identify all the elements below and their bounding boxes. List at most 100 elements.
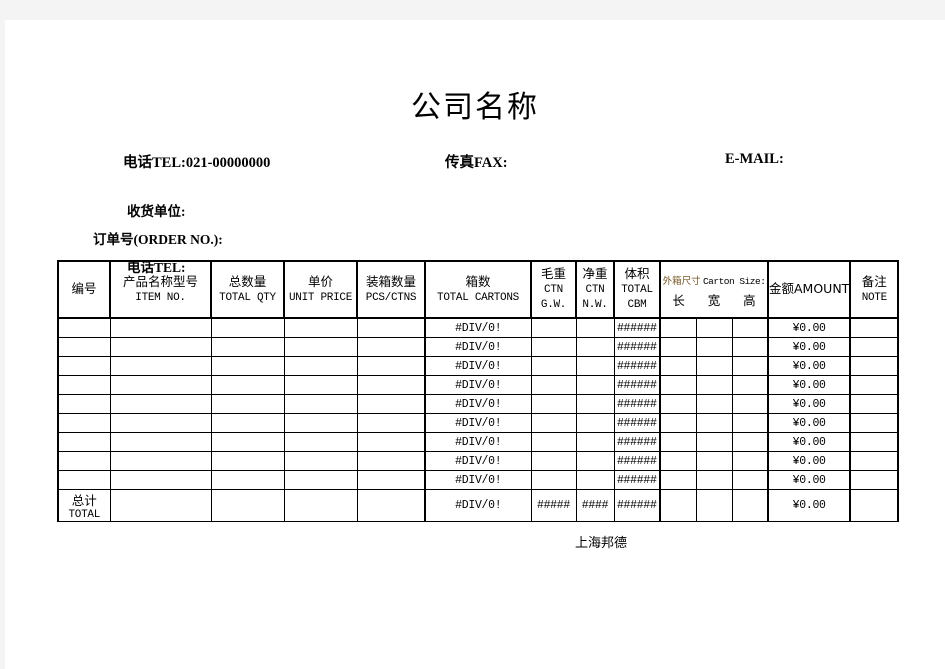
cell-cartons[interactable]: #DIV/0! [424, 394, 532, 414]
cell-price[interactable] [283, 432, 358, 452]
cell-amount[interactable]: ¥0.00 [766, 451, 851, 471]
cell-length[interactable] [659, 375, 697, 395]
cell-length[interactable] [659, 470, 697, 490]
cell-length[interactable] [659, 394, 697, 414]
cell-price[interactable] [283, 356, 358, 376]
cell-pcs[interactable] [356, 375, 426, 395]
cell-gw[interactable] [530, 317, 577, 338]
cell-item[interactable] [109, 451, 212, 471]
cell-width[interactable] [695, 413, 733, 433]
cell-price[interactable] [283, 375, 358, 395]
cell-pcs[interactable] [356, 451, 426, 471]
cell-gw[interactable] [530, 470, 577, 490]
cell-width[interactable] [695, 470, 733, 490]
cell-price[interactable] [283, 337, 358, 357]
cell-item[interactable] [109, 413, 212, 433]
cell-item[interactable] [109, 394, 212, 414]
cell-item[interactable] [109, 375, 212, 395]
cell-gw[interactable] [530, 451, 577, 471]
cell-no[interactable] [57, 337, 111, 357]
cell-price[interactable] [283, 470, 358, 490]
cell-item[interactable] [109, 470, 212, 490]
cell-width[interactable] [695, 451, 733, 471]
cell-gw[interactable] [530, 375, 577, 395]
cell-nw[interactable] [575, 337, 615, 357]
cell-gw[interactable] [530, 337, 577, 357]
cell-cbm[interactable]: ###### [613, 451, 661, 471]
cell-cartons[interactable]: #DIV/0! [424, 451, 532, 471]
cell-length[interactable] [659, 337, 697, 357]
cell-width[interactable] [695, 375, 733, 395]
cell-height[interactable] [731, 470, 769, 490]
cell-item[interactable] [109, 337, 212, 357]
cell-pcs[interactable] [356, 356, 426, 376]
cell-cbm[interactable]: ###### [613, 317, 661, 338]
cell-height[interactable] [731, 394, 769, 414]
cell-no[interactable] [57, 432, 111, 452]
cell-no[interactable] [57, 470, 111, 490]
cell-cbm[interactable]: ###### [613, 470, 661, 490]
cell-note[interactable] [849, 432, 900, 452]
cell-note[interactable] [849, 451, 900, 471]
cell-qty[interactable] [210, 394, 285, 414]
cell-item[interactable] [109, 356, 212, 376]
cell-cbm[interactable]: ###### [613, 356, 661, 376]
cell-pcs[interactable] [356, 394, 426, 414]
cell-height[interactable] [731, 432, 769, 452]
cell-amount[interactable]: ¥0.00 [766, 375, 851, 395]
cell-price[interactable] [283, 394, 358, 414]
cell-width[interactable] [695, 337, 733, 357]
cell-qty[interactable] [210, 432, 285, 452]
cell-height[interactable] [731, 451, 769, 471]
cell-price[interactable] [283, 413, 358, 433]
cell-amount[interactable]: ¥0.00 [766, 470, 851, 490]
cell-note[interactable] [849, 356, 900, 376]
cell-height[interactable] [731, 356, 769, 376]
cell-cartons[interactable]: #DIV/0! [424, 317, 532, 338]
cell-note[interactable] [849, 413, 900, 433]
cell-qty[interactable] [210, 470, 285, 490]
cell-length[interactable] [659, 432, 697, 452]
cell-no[interactable] [57, 451, 111, 471]
cell-amount[interactable]: ¥0.00 [766, 413, 851, 433]
cell-amount[interactable]: ¥0.00 [766, 432, 851, 452]
cell-cartons[interactable]: #DIV/0! [424, 375, 532, 395]
cell-cbm[interactable]: ###### [613, 394, 661, 414]
cell-gw[interactable] [530, 394, 577, 414]
cell-qty[interactable] [210, 317, 285, 338]
cell-cbm[interactable]: ###### [613, 413, 661, 433]
cell-qty[interactable] [210, 375, 285, 395]
cell-item[interactable] [109, 432, 212, 452]
cell-nw[interactable] [575, 375, 615, 395]
cell-pcs[interactable] [356, 317, 426, 338]
cell-width[interactable] [695, 432, 733, 452]
cell-price[interactable] [283, 451, 358, 471]
cell-no[interactable] [57, 413, 111, 433]
cell-nw[interactable] [575, 394, 615, 414]
cell-gw[interactable] [530, 356, 577, 376]
cell-nw[interactable] [575, 451, 615, 471]
cell-pcs[interactable] [356, 413, 426, 433]
cell-width[interactable] [695, 317, 733, 338]
cell-amount[interactable]: ¥0.00 [766, 394, 851, 414]
cell-nw[interactable] [575, 356, 615, 376]
cell-price[interactable] [283, 317, 358, 338]
cell-cartons[interactable]: #DIV/0! [424, 470, 532, 490]
cell-qty[interactable] [210, 356, 285, 376]
cell-cartons[interactable]: #DIV/0! [424, 337, 532, 357]
cell-item[interactable] [109, 317, 212, 338]
cell-height[interactable] [731, 375, 769, 395]
cell-nw[interactable] [575, 413, 615, 433]
cell-qty[interactable] [210, 337, 285, 357]
cell-qty[interactable] [210, 451, 285, 471]
cell-gw[interactable] [530, 413, 577, 433]
cell-cbm[interactable]: ###### [613, 375, 661, 395]
cell-cartons[interactable]: #DIV/0! [424, 413, 532, 433]
cell-qty[interactable] [210, 413, 285, 433]
cell-note[interactable] [849, 337, 900, 357]
cell-no[interactable] [57, 375, 111, 395]
cell-amount[interactable]: ¥0.00 [766, 337, 851, 357]
cell-pcs[interactable] [356, 470, 426, 490]
cell-note[interactable] [849, 375, 900, 395]
cell-cbm[interactable]: ###### [613, 432, 661, 452]
